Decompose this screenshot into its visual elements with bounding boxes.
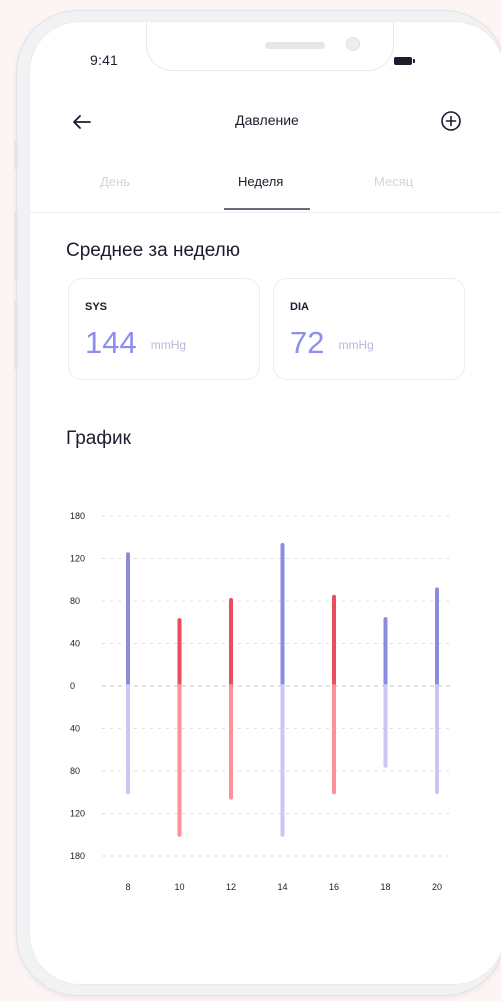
- y-tick-label: 180: [70, 511, 85, 521]
- tab-month[interactable]: Месяц: [374, 174, 413, 189]
- battery-icon: [394, 57, 415, 65]
- phone-screen: 9:41 Давление День Неделя Месяц Среднее …: [30, 22, 501, 984]
- dia-card: DIA 72 mmHg: [273, 278, 465, 380]
- camera-icon: [347, 38, 359, 50]
- period-tabs: День Неделя Месяц: [30, 174, 501, 213]
- x-tick-label: 12: [226, 882, 236, 892]
- phone-side-button: [14, 210, 18, 280]
- x-tick-label: 8: [125, 882, 130, 892]
- x-tick-label: 16: [329, 882, 339, 892]
- tab-day[interactable]: День: [100, 174, 130, 189]
- dia-value: 72: [290, 325, 325, 360]
- phone-side-button: [14, 300, 18, 370]
- sys-value-row: 144 mmHg: [85, 325, 186, 361]
- app-header: Давление: [30, 108, 501, 138]
- y-tick-label: 0: [70, 681, 75, 691]
- tab-week[interactable]: Неделя: [238, 174, 283, 189]
- y-tick-label: 80: [70, 596, 80, 606]
- y-tick-label: 40: [70, 724, 80, 734]
- sys-label: SYS: [85, 301, 108, 313]
- y-tick-label: 40: [70, 639, 80, 649]
- speaker-grill: [265, 42, 325, 49]
- x-tick-label: 10: [174, 882, 184, 892]
- sys-value: 144: [85, 325, 137, 360]
- blood-pressure-chart: 180 120 80 40 0 40 80 120 180 8 10 12 14 16 18 20: [70, 511, 450, 892]
- dia-value-row: 72 mmHg: [290, 325, 374, 361]
- y-tick-label: 120: [70, 554, 85, 564]
- dia-unit: mmHg: [338, 337, 374, 352]
- weekly-average-title: Среднее за неделю: [66, 240, 240, 261]
- x-tick-label: 14: [277, 882, 287, 892]
- y-tick-label: 80: [70, 766, 80, 776]
- add-circle-icon[interactable]: [440, 110, 462, 132]
- active-tab-indicator: [224, 208, 310, 210]
- graph-title: График: [66, 428, 131, 449]
- x-tick-label: 20: [432, 882, 442, 892]
- phone-side-button: [14, 140, 18, 170]
- notch: [146, 22, 394, 71]
- dia-label: DIA: [290, 301, 309, 313]
- x-tick-label: 18: [380, 882, 390, 892]
- y-tick-label: 180: [70, 851, 85, 861]
- page-title: Давление: [235, 112, 299, 128]
- sys-card: SYS 144 mmHg: [68, 278, 260, 380]
- y-tick-label: 120: [70, 809, 85, 819]
- status-time: 9:41: [90, 52, 119, 68]
- sys-unit: mmHg: [150, 337, 187, 352]
